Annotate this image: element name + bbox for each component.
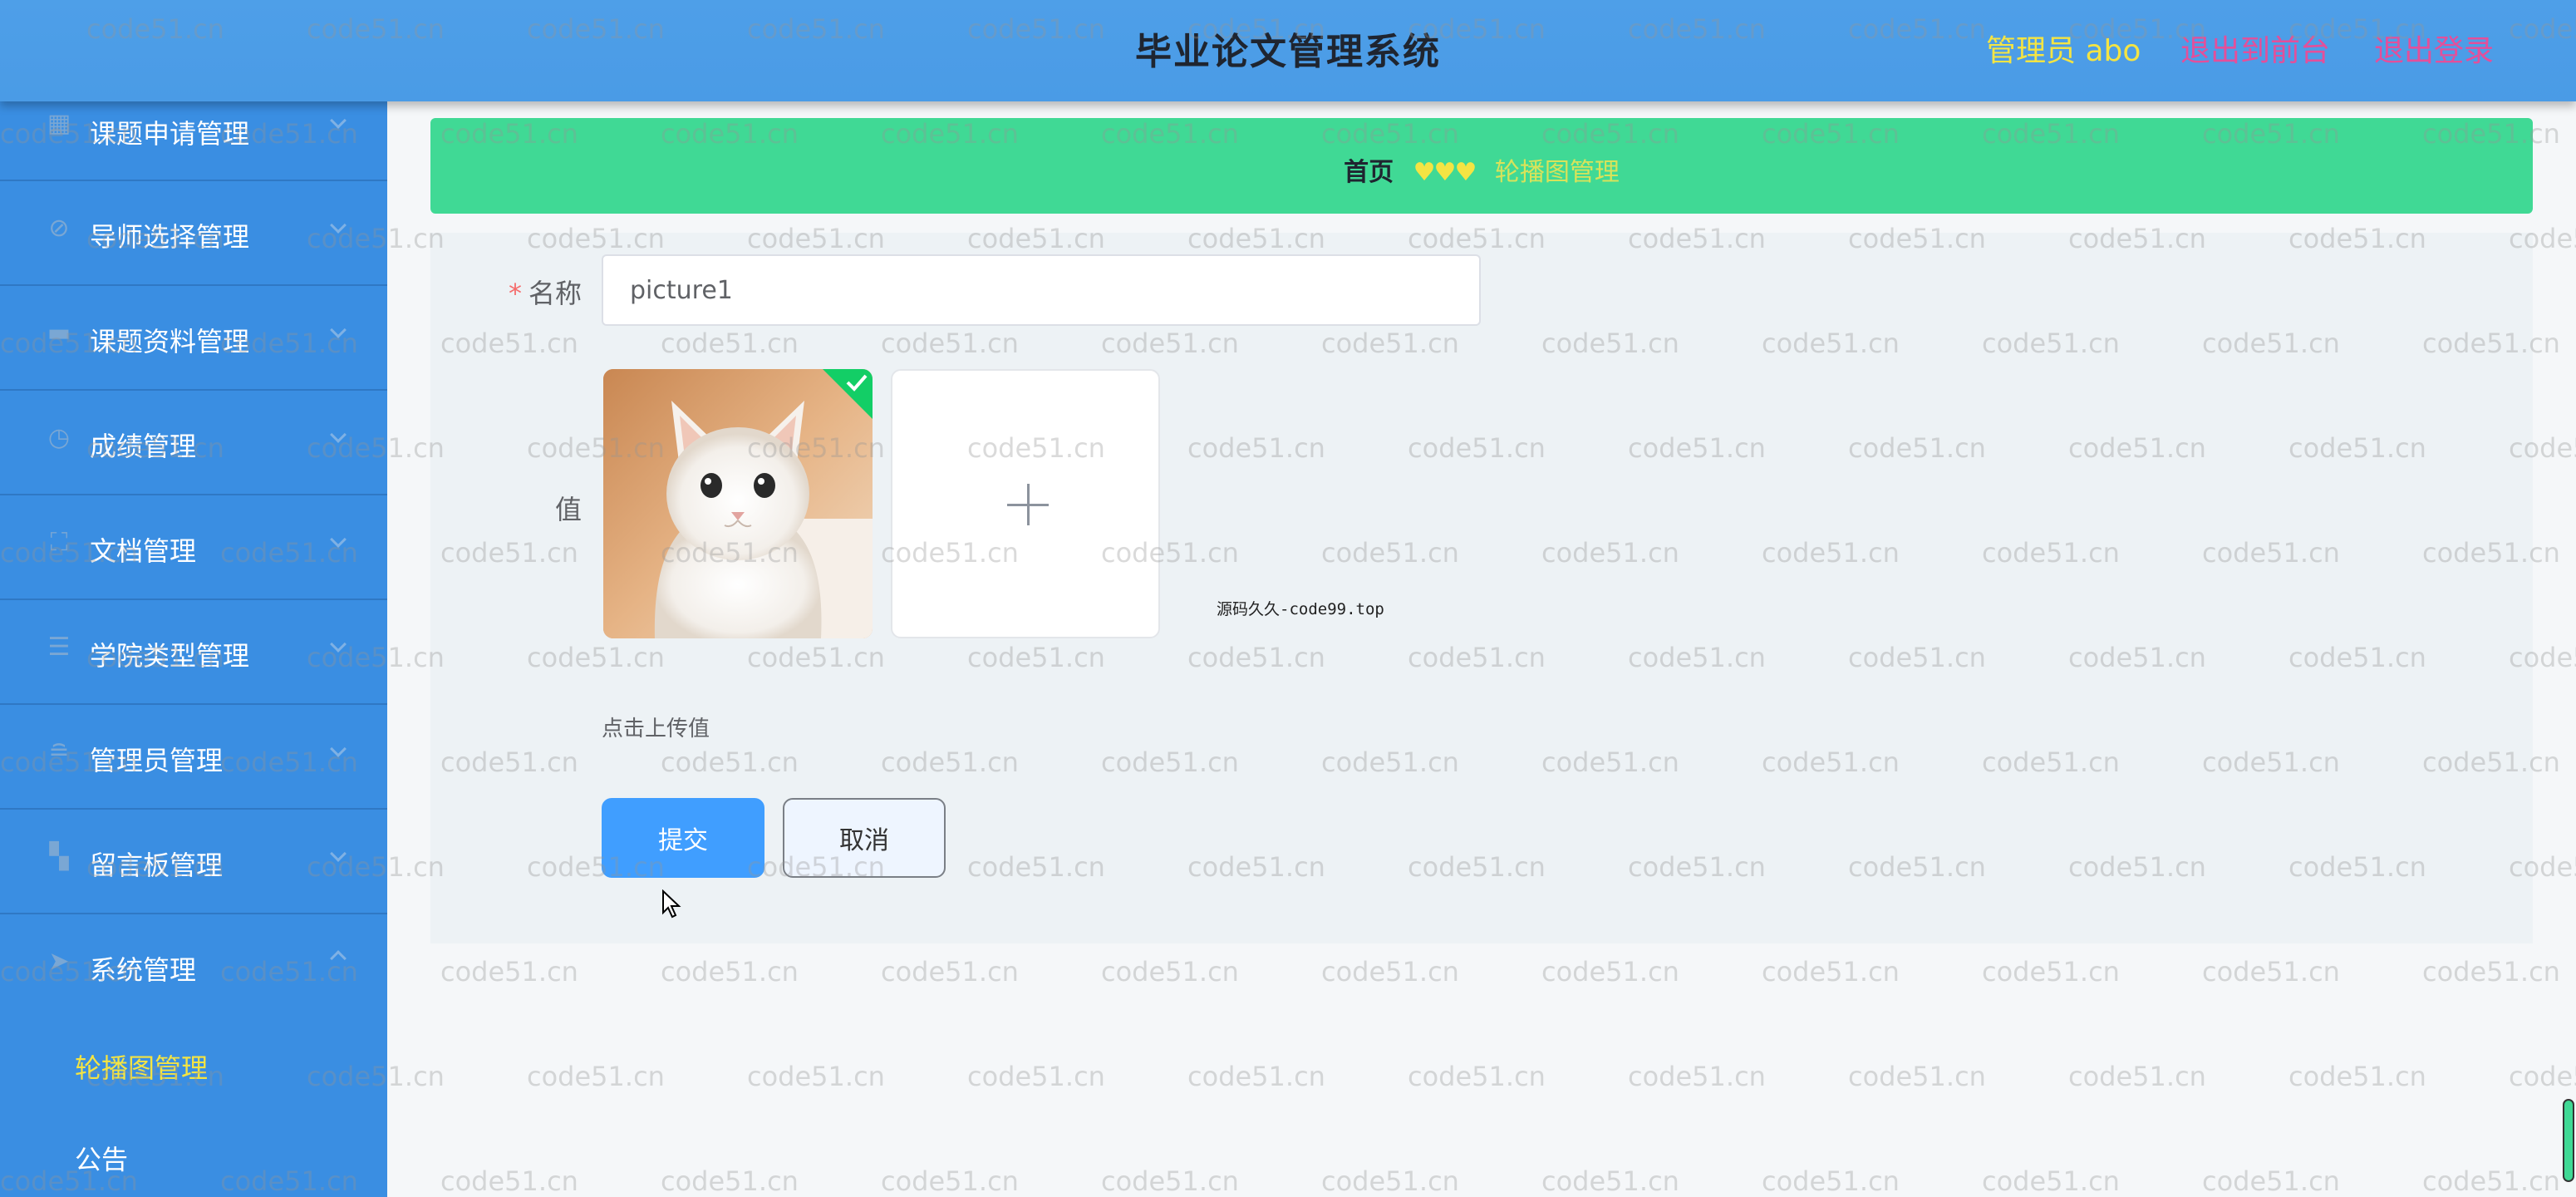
watermark-text: code51.cn — [2202, 1165, 2340, 1197]
watermark-text: code51.cn — [661, 1165, 799, 1197]
chevron-down-icon — [330, 322, 347, 338]
sliders-icon: ≘ — [48, 737, 70, 766]
sidebar-item-label: 系统管理 — [90, 954, 197, 986]
watermark-text: code51.cn — [1848, 1061, 1986, 1092]
upload-hint: 点击上传值 — [602, 717, 710, 741]
scrollbar[interactable] — [2563, 1099, 2574, 1182]
chevron-up-icon — [330, 950, 347, 967]
watermark-text: code51.cn — [1101, 956, 1239, 988]
chevron-down-icon — [330, 741, 347, 757]
sidebar-subitem-announcement[interactable]: 公告 — [0, 1111, 387, 1197]
watermark-text: code51.cn — [440, 1165, 578, 1197]
sidebar-subitem-label: 轮播图管理 — [75, 1052, 209, 1084]
clock-icon: ◷ — [47, 423, 71, 452]
watermark-text: code51.cn — [2422, 956, 2560, 988]
sidebar-item-grades[interactable]: ◷ 成绩管理 — [0, 391, 387, 495]
watermark-text: code51.cn — [527, 1061, 665, 1092]
submit-button[interactable]: 提交 — [602, 798, 764, 878]
breadcrumb-home[interactable]: 首页 — [1344, 158, 1394, 187]
watermark-text: code51.cn — [1982, 956, 2120, 988]
sidebar-item-administrators[interactable]: ≘ 管理员管理 — [0, 705, 387, 810]
cancel-button[interactable]: 取消 — [783, 798, 946, 878]
upload-success-check-icon — [823, 369, 873, 419]
watermark-text: code51.cn — [1541, 1165, 1679, 1197]
watermark-text: code51.cn — [1321, 1165, 1459, 1197]
watermark-text: code51.cn — [2422, 1165, 2560, 1197]
back-to-front-link[interactable]: 退出到前台 — [2180, 27, 2330, 70]
chevron-down-icon — [330, 531, 347, 548]
sidebar-item-system[interactable]: ➤ 系统管理 — [0, 914, 387, 1019]
sidebar-item-college-types[interactable]: ☰ 学院类型管理 — [0, 600, 387, 705]
mouse-cursor-icon — [662, 889, 681, 919]
breadcrumb-current: 轮播图管理 — [1494, 158, 1620, 187]
chevron-down-icon — [330, 636, 347, 653]
watermark-text: code51.cn — [1187, 1061, 1325, 1092]
system-submenu: 轮播图管理 公告 — [0, 1019, 387, 1197]
watermark-text: code51.cn — [2509, 1061, 2576, 1092]
watermark-text: code51.cn — [661, 956, 799, 988]
building-icon: ▦ — [47, 109, 71, 138]
sidebar-subitem-carousel[interactable]: 轮播图管理 — [0, 1019, 387, 1111]
sidebar-item-label: 课题申请管理 — [90, 118, 250, 150]
watermark-text: code51.cn — [1762, 956, 1900, 988]
sidebar-item-label: 文档管理 — [90, 535, 197, 567]
list-icon: ☰ — [47, 633, 71, 662]
name-label: * 名称 — [508, 278, 582, 309]
watermark-text: code51.cn — [1762, 1165, 1900, 1197]
value-label: 值 — [554, 494, 582, 525]
chevron-down-icon — [330, 217, 347, 234]
watermark-text: code51.cn — [2202, 956, 2340, 988]
watermark-text: code51.cn — [1628, 1061, 1766, 1092]
watermark-text: code51.cn — [2068, 1061, 2206, 1092]
sidebar-item-message-board[interactable]: ▚ 留言板管理 — [0, 810, 387, 914]
watermark-text: code51.cn — [1541, 956, 1679, 988]
sidebar-subitem-label: 公告 — [75, 1144, 129, 1175]
current-user: 管理员 abo — [1986, 34, 2141, 68]
name-input[interactable] — [602, 254, 1481, 326]
sidebar-item-label: 留言板管理 — [90, 850, 224, 881]
watermark-text: code51.cn — [440, 956, 578, 988]
watermark-text: code51.cn — [881, 1165, 1019, 1197]
sidebar-item-label: 课题资料管理 — [90, 326, 250, 357]
sidebar-item-documents[interactable]: ⛶ 文档管理 — [0, 495, 387, 600]
sidebar: ▦ 课题申请管理 ⊘ 导师选择管理 ▬ 课题资料管理 ◷ 成绩管理 ⛶ 文档管理… — [0, 101, 387, 1197]
sidebar-item-label: 导师选择管理 — [90, 221, 250, 253]
watermark-text: code51.cn — [1408, 1061, 1546, 1092]
watermark-text: code51.cn — [2288, 1061, 2426, 1092]
required-mark: * — [508, 278, 522, 309]
sidebar-item-label: 管理员管理 — [90, 745, 224, 776]
watermark-text: code51.cn — [881, 956, 1019, 988]
watermark-text: code51.cn — [967, 1061, 1105, 1092]
grid-icon: ▚ — [49, 842, 69, 871]
breadcrumb-separator-hearts: ♥♥♥ — [1413, 158, 1477, 187]
sidebar-item-label: 成绩管理 — [90, 431, 197, 462]
source-note: 源码久久-code99.top — [1217, 600, 1384, 618]
compass-icon: ⊘ — [48, 214, 70, 243]
upload-add-button[interactable] — [891, 369, 1160, 638]
sidebar-item-advisor-selection[interactable]: ⊘ 导师选择管理 — [0, 181, 387, 286]
send-icon: ➤ — [48, 947, 70, 976]
document-icon: ⛶ — [50, 528, 68, 557]
logout-link[interactable]: 退出登录 — [2374, 27, 2494, 70]
watermark-text: code51.cn — [1321, 956, 1459, 988]
chevron-down-icon — [330, 426, 347, 443]
sidebar-item-topic-materials[interactable]: ▬ 课题资料管理 — [0, 286, 387, 391]
watermark-text: code51.cn — [1982, 1165, 2120, 1197]
watermark-text: code51.cn — [1101, 1165, 1239, 1197]
sidebar-item-topic-application[interactable]: ▦ 课题申请管理 — [0, 101, 387, 181]
folder-icon: ▬ — [47, 318, 71, 347]
uploaded-cat-image[interactable] — [603, 369, 873, 638]
breadcrumb: 首页 ♥♥♥ 轮播图管理 — [430, 118, 2533, 214]
top-header: 毕业论文管理系统 管理员 abo 退出到前台 退出登录 — [0, 0, 2576, 101]
chevron-down-icon — [330, 845, 347, 862]
watermark-text: code51.cn — [747, 1061, 885, 1092]
chevron-down-icon — [330, 112, 347, 129]
sidebar-item-label: 学院类型管理 — [90, 640, 250, 672]
